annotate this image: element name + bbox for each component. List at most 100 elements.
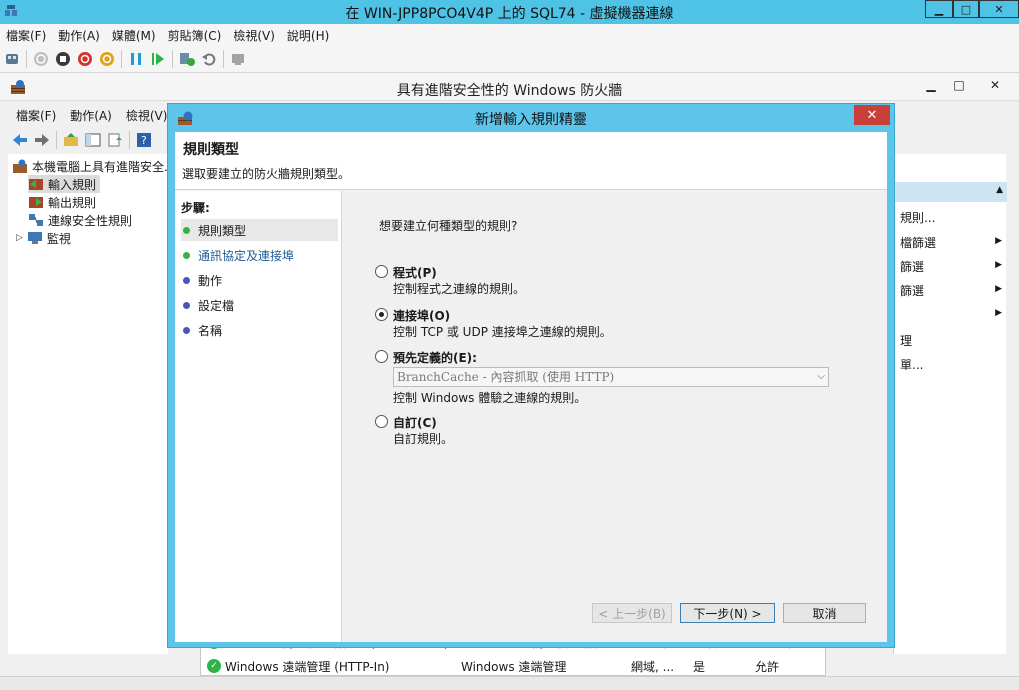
start-icon[interactable] — [33, 51, 49, 67]
action-export-list[interactable]: 單... — [900, 356, 923, 373]
wizard-page-title: 規則類型 — [183, 142, 239, 158]
vm-title-bar: 在 WIN-JPP8PCO4V4P 上的 SQL74 - 虛擬機器連線 ▁ □ … — [0, 0, 1019, 24]
firewall-minimize-button[interactable]: ▁ — [918, 76, 944, 94]
vm-menu-bar: 檔案(F) 動作(A) 媒體(M) 剪貼簿(C) 檢視(V) 說明(H) — [0, 24, 1019, 46]
action-filter-group[interactable]: 篩選 — [900, 282, 924, 299]
vm-maximize-button[interactable]: □ — [953, 0, 979, 18]
action-new-rule[interactable]: 規則... — [900, 209, 935, 226]
vm-toolbar — [0, 46, 1019, 73]
connection-security-icon — [29, 214, 43, 226]
radio-custom[interactable] — [375, 415, 388, 428]
fw-menu-action[interactable]: 動作(A) — [70, 107, 112, 124]
checkpoint-icon[interactable] — [179, 51, 195, 67]
radio-program[interactable] — [375, 265, 388, 278]
step-rule-type: 規則類型 — [181, 219, 338, 241]
rule-enabled-icon: ✓ — [207, 659, 221, 673]
fw-menu-file[interactable]: 檔案(F) — [16, 107, 56, 124]
submenu-arrow-icon: ▶ — [995, 236, 1002, 246]
show-hide-tree-icon[interactable] — [85, 132, 101, 148]
vm-close-button[interactable]: ✕ — [979, 0, 1019, 18]
wizard-content: 想要建立何種類型的規則? 程式(P) 控制程式之連線的規則。 連接埠(O) 控制… — [343, 191, 887, 642]
help-icon[interactable]: ? — [136, 132, 152, 148]
wizard-steps-pane: 步驟: 規則類型 通訊協定及連接埠 動作 設定檔 名稱 — [175, 191, 342, 642]
vm-menu-clipboard[interactable]: 剪貼簿(C) — [168, 27, 222, 44]
submenu-arrow-icon: ▶ — [995, 284, 1002, 294]
maximize-icon: □ — [953, 78, 965, 92]
action-filter-state[interactable]: 篩選 — [900, 258, 924, 275]
up-folder-icon[interactable] — [63, 132, 79, 148]
step-name: 名稱 — [181, 319, 338, 341]
step-protocol-ports[interactable]: 通訊協定及連接埠 — [181, 244, 338, 266]
step-pending-icon — [183, 276, 190, 284]
vm-menu-file[interactable]: 檔案(F) — [6, 27, 46, 44]
action-refresh[interactable]: 理 — [900, 332, 912, 349]
firewall-toolbar: ? — [8, 127, 168, 153]
revert-icon[interactable] — [201, 51, 217, 67]
fw-menu-view[interactable]: 檢視(V) — [126, 107, 168, 124]
maximize-icon: □ — [960, 2, 972, 16]
vm-menu-action[interactable]: 動作(A) — [58, 27, 100, 44]
wizard-page-subtitle: 選取要建立的防火牆規則類型。 — [182, 167, 351, 181]
turn-off-icon[interactable] — [55, 51, 71, 67]
vm-menu-view[interactable]: 檢視(V) — [233, 27, 275, 44]
new-inbound-rule-wizard: 新增輸入規則精靈 ✕ 規則類型 選取要建立的防火牆規則類型。 步驟: 規則類型 … — [167, 103, 895, 648]
collapse-arrow-icon[interactable]: ▲ — [996, 185, 1003, 195]
step-action: 動作 — [181, 269, 338, 291]
next-button[interactable]: 下一步(N) > — [680, 603, 775, 623]
vm-window-title: 在 WIN-JPP8PCO4V4P 上的 SQL74 - 虛擬機器連線 — [345, 6, 674, 22]
close-icon: ✕ — [994, 2, 1004, 16]
outbound-rules-icon — [29, 197, 43, 208]
firewall-title-bar: 具有進階安全性的 Windows 防火牆 — [0, 74, 1019, 101]
resume-icon[interactable] — [150, 51, 166, 67]
chevron-down-icon: ⌵ — [817, 371, 825, 382]
wizard-title: 新增輸入規則精靈 — [475, 112, 587, 128]
predefined-rule-select[interactable]: BranchCache - 內容抓取 (使用 HTTP) ⌵ — [393, 367, 829, 387]
shutdown-icon[interactable] — [77, 51, 93, 67]
tree-connection-security-rules[interactable]: 連線安全性規則 — [28, 211, 132, 229]
submenu-arrow-icon: ▶ — [995, 260, 1002, 270]
minimize-icon: ▁ — [934, 2, 944, 16]
firewall-close-button[interactable]: ✕ — [982, 76, 1008, 94]
radio-predefined[interactable] — [375, 350, 388, 363]
step-pending-icon — [183, 301, 190, 309]
tree-outbound-rules[interactable]: 輸出規則 — [28, 193, 96, 211]
enhanced-session-icon[interactable] — [230, 51, 246, 67]
wizard-close-button[interactable]: ✕ — [854, 105, 890, 125]
submenu-arrow-icon: ▶ — [995, 308, 1002, 318]
step-complete-icon — [183, 226, 190, 234]
vm-status-bar — [0, 676, 1019, 690]
tree-monitoring[interactable]: ▷ 監視 — [16, 229, 71, 247]
export-list-icon[interactable] — [107, 132, 123, 148]
inbound-rules-icon — [29, 179, 43, 190]
firewall-window-title: 具有進階安全性的 Windows 防火牆 — [396, 83, 623, 99]
forward-arrow-icon[interactable] — [34, 132, 50, 148]
wizard-header: 規則類型 選取要建立的防火牆規則類型。 — [175, 132, 887, 190]
pause-icon[interactable] — [128, 51, 144, 67]
save-state-icon[interactable] — [99, 51, 115, 67]
radio-port[interactable] — [375, 308, 388, 321]
back-arrow-icon[interactable] — [12, 132, 28, 148]
vm-minimize-button[interactable]: ▁ — [925, 0, 953, 18]
tree-inbound-rules[interactable]: 輸入規則 — [28, 175, 101, 193]
step-complete-icon — [183, 251, 190, 259]
back-button[interactable]: < 上一步(B) — [592, 603, 672, 623]
firewall-actions-pane: ▲ 規則... 檔篩選 ▶ 篩選 ▶ 篩選 ▶ ▶ 理 單... — [893, 154, 1007, 654]
table-row[interactable]: ✓ Windows 遠端管理 (HTTP-In) Windows 遠端管理 網域… — [207, 657, 805, 675]
wizard-body: 規則類型 選取要建立的防火牆規則類型。 步驟: 規則類型 通訊協定及連接埠 動作… — [175, 132, 887, 642]
svg-text:?: ? — [141, 134, 147, 147]
step-pending-icon — [183, 326, 190, 334]
tree-root[interactable]: 本機電腦上具有進階安全... — [12, 157, 175, 175]
vm-menu-help[interactable]: 說明(H) — [287, 27, 329, 44]
ctrl-alt-del-icon[interactable] — [4, 51, 20, 67]
expand-arrow-icon[interactable]: ▷ — [16, 233, 23, 243]
close-icon: ✕ — [989, 78, 1001, 92]
vm-menu-media[interactable]: 媒體(M) — [112, 27, 156, 44]
close-icon: ✕ — [866, 107, 878, 123]
action-filter-profile[interactable]: 檔篩選 — [900, 234, 936, 251]
firewall-icon — [13, 159, 27, 173]
firewall-navigation-tree: 本機電腦上具有進階安全... 輸入規則 輸出規則 連線安全性規則 ▷ 監視 — [8, 154, 175, 654]
rule-type-question: 想要建立何種類型的規則? — [379, 219, 518, 233]
cancel-button[interactable]: 取消 — [783, 603, 866, 623]
monitoring-icon — [27, 232, 42, 244]
firewall-maximize-button[interactable]: □ — [946, 76, 972, 94]
